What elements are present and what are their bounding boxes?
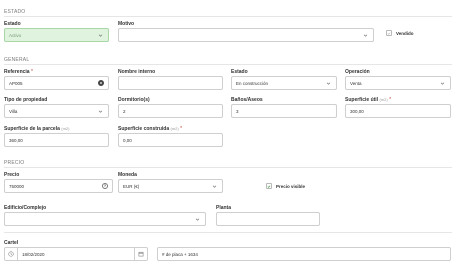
estado-construccion-value: En construcción: [236, 80, 269, 86]
section-general-title: GENERAL: [4, 57, 30, 63]
clock-icon[interactable]: [5, 248, 18, 260]
chevron-down-icon: [361, 31, 369, 39]
required-mark: *: [389, 97, 392, 103]
section-estado-title: ESTADO: [4, 9, 26, 15]
planta-input[interactable]: [216, 212, 320, 226]
required-mark: *: [30, 69, 33, 75]
vendido-checkbox[interactable]: Vendido: [386, 30, 414, 36]
dormitorios-value: 2: [123, 108, 126, 114]
superficie-parcela-input[interactable]: 360,00: [4, 133, 109, 147]
help-icon[interactable]: ?: [102, 183, 108, 189]
operacion-select[interactable]: Venta: [345, 76, 451, 90]
tipo-propiedad-value: Villa: [9, 108, 18, 114]
moneda-label: Moneda: [118, 172, 137, 178]
superficie-construida-label: Superficie construida (m2) *: [118, 126, 183, 132]
precio-input[interactable]: 750000 ?: [4, 179, 113, 193]
chevron-down-icon: [193, 215, 201, 223]
edificio-select[interactable]: [4, 212, 206, 226]
superficie-util-input[interactable]: 300,00: [345, 104, 451, 118]
planta-label: Planta: [216, 205, 232, 211]
dormitorios-input[interactable]: 2: [118, 104, 223, 118]
chevron-down-icon: [96, 107, 104, 115]
cartel-label: Cartel: [4, 240, 19, 246]
estado-construccion-select[interactable]: En construcción: [231, 76, 337, 90]
superficie-construida-input[interactable]: 0,00: [118, 133, 223, 147]
chevron-down-icon: [210, 182, 218, 190]
edificio-label: Edificio/Complejo: [4, 205, 47, 211]
banos-label: Baños/Aseos: [231, 97, 263, 103]
superficie-parcela-label: Superficie de la parcela (m2): [4, 126, 70, 132]
moneda-value: EUR (€): [123, 183, 140, 189]
motivo-select[interactable]: [118, 28, 374, 42]
vendido-checkbox-box[interactable]: [386, 30, 392, 36]
banos-input[interactable]: 3: [231, 104, 337, 118]
section-divider: [4, 64, 452, 65]
chevron-down-icon: [96, 31, 104, 39]
chevron-down-icon: [438, 79, 446, 87]
tipo-propiedad-label: Tipo de propiedad: [4, 97, 48, 103]
motivo-label: Motivo: [118, 21, 135, 27]
section-precio-title: PRECIO: [4, 160, 25, 166]
chevron-down-icon: [324, 79, 332, 87]
dormitorios-label: Dormitorio(s): [118, 97, 150, 103]
superficie-util-value: 300,00: [350, 108, 364, 114]
estado-select-value: Activo: [9, 32, 22, 38]
section-divider: [4, 16, 452, 17]
required-mark: *: [180, 126, 183, 132]
referencia-input[interactable]: AP005: [4, 76, 109, 90]
placa-value: # de placa + 1634: [162, 251, 198, 257]
clear-icon[interactable]: [98, 80, 104, 86]
cartel-date-value: 18/02/2020: [22, 251, 45, 257]
unit-hint: (m2): [61, 126, 70, 131]
unit-hint: (m2): [170, 126, 179, 131]
calendar-icon[interactable]: [134, 248, 147, 260]
estado-construccion-label: Estado: [231, 69, 248, 75]
operacion-value: Venta: [350, 80, 362, 86]
superficie-util-label: Superficie útil (m2) *: [345, 97, 392, 103]
nombre-interno-label: Nombre interno: [118, 69, 156, 75]
referencia-label: Referencia *: [4, 69, 33, 75]
superficie-parcela-value: 360,00: [9, 137, 23, 143]
estado-select[interactable]: Activo: [4, 28, 109, 42]
vendido-label: Vendido: [396, 30, 414, 36]
operacion-label: Operación: [345, 69, 370, 75]
section-divider: [4, 232, 452, 233]
moneda-select[interactable]: EUR (€): [118, 179, 223, 193]
banos-value: 3: [236, 108, 239, 114]
unit-hint: (m2): [379, 97, 388, 102]
precio-visible-label: Precio visible: [276, 183, 306, 189]
section-divider: [4, 167, 452, 168]
precio-label: Precio: [4, 172, 20, 178]
precio-visible-checkbox-box[interactable]: [266, 183, 272, 189]
tipo-propiedad-select[interactable]: Villa: [4, 104, 109, 118]
estado-label: Estado: [4, 21, 21, 27]
superficie-construida-value: 0,00: [123, 137, 132, 143]
placa-input[interactable]: # de placa + 1634: [157, 247, 451, 261]
precio-visible-checkbox[interactable]: Precio visible: [266, 183, 305, 189]
precio-value: 750000: [9, 183, 25, 189]
cartel-date-input[interactable]: 18/02/2020: [4, 247, 148, 261]
referencia-input-value: AP005: [9, 80, 23, 86]
nombre-interno-input[interactable]: [118, 76, 223, 90]
